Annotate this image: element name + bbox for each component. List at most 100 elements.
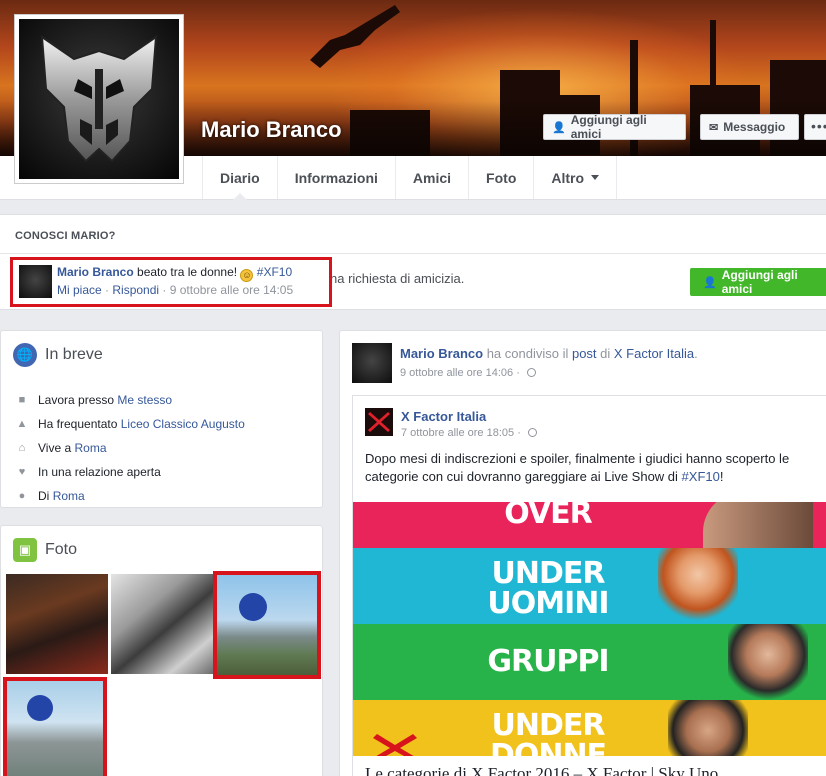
separator: ·	[101, 283, 113, 297]
shared-text-end: !	[719, 469, 724, 484]
profile-tabs: Diario Informazioni Amici Foto Altro	[202, 156, 618, 200]
category-band-under-uomini: UNDER UOMINI	[353, 548, 826, 624]
post-header: Mario Branco ha condiviso il post di X F…	[400, 346, 698, 361]
comment-text: beato tra le donne!	[133, 265, 241, 279]
intro-link[interactable]: Me stesso	[117, 393, 172, 407]
photo-thumbnail[interactable]	[6, 574, 108, 674]
post-time-text: 9 ottobre alle ore 14:06 ·	[400, 367, 523, 379]
intro-item-relationship: ♥ In una relazione aperta	[14, 460, 245, 484]
separator: ·	[159, 283, 170, 297]
comment-time[interactable]: 9 ottobre alle ore 14:05	[170, 283, 293, 297]
comment-author-avatar[interactable]	[19, 265, 52, 298]
intro-item-home: ⌂ Vive a Roma	[14, 436, 245, 460]
judge-photo	[703, 502, 813, 548]
intro-prefix: Vive a	[38, 441, 72, 455]
comment-hashtag[interactable]: #XF10	[257, 265, 292, 279]
profile-picture[interactable]	[14, 14, 184, 184]
categories-banner[interactable]: OVER UNDER UOMINI GRUPPI UNDER DONNE	[353, 502, 826, 756]
globe-icon: 🌐	[13, 343, 37, 367]
add-friend-icon: 👤	[552, 121, 566, 134]
post-link[interactable]: post	[572, 346, 597, 361]
intro-title: In breve	[45, 346, 103, 363]
category-band-over: OVER	[353, 502, 826, 548]
home-icon: ⌂	[18, 442, 26, 454]
globe-icon	[527, 428, 537, 437]
comment-author[interactable]: Mario Branco	[57, 265, 134, 279]
intro-link[interactable]: Roma	[53, 489, 85, 503]
tab-altro[interactable]: Altro	[533, 156, 618, 199]
category-label: UOMINI	[487, 586, 609, 621]
add-friend-icon: 👤	[703, 276, 717, 289]
photo-thumbnail-highlighted[interactable]	[213, 571, 321, 679]
shared-post: X Factor Italia 7 ottobre alle ore 18:05…	[352, 395, 826, 776]
post-shared-text: ha condiviso il	[483, 346, 572, 361]
intro-header: 🌐 In breve	[13, 343, 103, 367]
add-friend-label: Aggiungi agli amici	[570, 113, 647, 141]
message-icon: ✉	[709, 121, 719, 134]
photo-thumbnail[interactable]	[111, 574, 213, 674]
judge-photo	[658, 548, 738, 624]
intro-prefix: Di	[38, 489, 50, 503]
post-end: .	[694, 346, 698, 361]
photo-thumbnail-highlighted[interactable]	[3, 677, 107, 776]
post-of-text: di	[596, 346, 614, 361]
blue-balloons	[27, 695, 53, 721]
tab-amici[interactable]: Amici	[394, 156, 468, 199]
add-friend-button[interactable]: 👤 Aggiungi agli amici	[543, 113, 686, 141]
tab-altro-label: Altro	[551, 169, 585, 186]
shared-page-name[interactable]: X Factor Italia	[401, 409, 486, 424]
intro-card: 🌐 In breve ■ Lavora presso Me stesso ▲ H…	[0, 330, 323, 508]
shared-time-text: 7 ottobre alle ore 18:05 ·	[401, 427, 524, 439]
graduation-cap-icon: ▲	[16, 418, 28, 430]
more-options-button[interactable]: •••	[804, 114, 826, 140]
profile-name[interactable]: Mario Branco	[201, 117, 342, 143]
intro-prefix: In una relazione aperta	[38, 465, 161, 479]
message-button[interactable]: ✉ Messaggio	[700, 114, 799, 140]
x-logo-icon	[373, 734, 417, 756]
judge-photo	[728, 624, 808, 700]
x-logo-icon	[368, 412, 390, 432]
comment-actions: Mi piace · Rispondi · 9 ottobre alle ore…	[57, 283, 293, 297]
category-band-under-donne: UNDER DONNE	[353, 700, 826, 756]
link-preview-title[interactable]: Le categorie di X Factor 2016 – X Factor…	[365, 764, 718, 776]
intro-item-school: ▲ Ha frequentato Liceo Classico Augusto	[14, 412, 245, 436]
autobot-logo	[19, 19, 179, 179]
intro-item-work: ■ Lavora presso Me stesso	[14, 388, 245, 412]
know-title: CONOSCI MARIO?	[15, 230, 116, 242]
message-label: Messaggio	[723, 120, 786, 134]
timeline-post: Mario Branco ha condiviso il post di X F…	[339, 330, 826, 776]
judge-photo	[668, 700, 748, 756]
intro-link[interactable]: Roma	[74, 441, 106, 455]
cover-building	[710, 20, 716, 90]
shared-text-body: Dopo mesi di indiscrezioni e spoiler, fi…	[365, 451, 790, 484]
add-friend-green-button[interactable]: 👤 Aggiungi agli amici	[690, 268, 826, 296]
autobot-emblem-icon	[40, 34, 158, 163]
smile-emoji-icon: ☺	[240, 269, 254, 282]
cover-silhouette	[310, 5, 400, 68]
post-page-link[interactable]: X Factor Italia	[614, 346, 694, 361]
shared-hashtag[interactable]: #XF10	[682, 469, 720, 484]
photos-header: ▣ Foto	[13, 538, 77, 562]
intro-link[interactable]: Liceo Classico Augusto	[121, 417, 245, 431]
xfactor-logo[interactable]	[365, 408, 393, 436]
tab-foto[interactable]: Foto	[468, 156, 533, 199]
category-label: DONNE	[489, 738, 607, 756]
intro-prefix: Lavora presso	[38, 393, 115, 407]
caret-down-icon	[591, 175, 600, 180]
post-time[interactable]: 9 ottobre alle ore 14:06 ·	[400, 367, 536, 379]
briefcase-icon: ■	[18, 394, 26, 406]
tab-informazioni[interactable]: Informazioni	[276, 156, 395, 199]
photos-card: ▣ Foto	[0, 525, 323, 776]
post-author[interactable]: Mario Branco	[400, 346, 483, 361]
reply-link[interactable]: Rispondi	[112, 283, 159, 297]
post-author-avatar[interactable]	[352, 343, 392, 383]
comment-popup: Mario Branco beato tra le donne! ☺ #XF10…	[10, 257, 332, 307]
tab-diario[interactable]: Diario	[202, 156, 277, 200]
comment-line: Mario Branco beato tra le donne! ☺ #XF10	[57, 265, 292, 282]
like-link[interactable]: Mi piace	[57, 283, 102, 297]
divider	[0, 253, 826, 254]
intro-prefix: Ha frequentato	[38, 417, 118, 431]
shared-time[interactable]: 7 ottobre alle ore 18:05 ·	[401, 427, 537, 439]
intro-item-from: ● Di Roma	[14, 484, 245, 508]
blue-balloons	[239, 593, 267, 621]
